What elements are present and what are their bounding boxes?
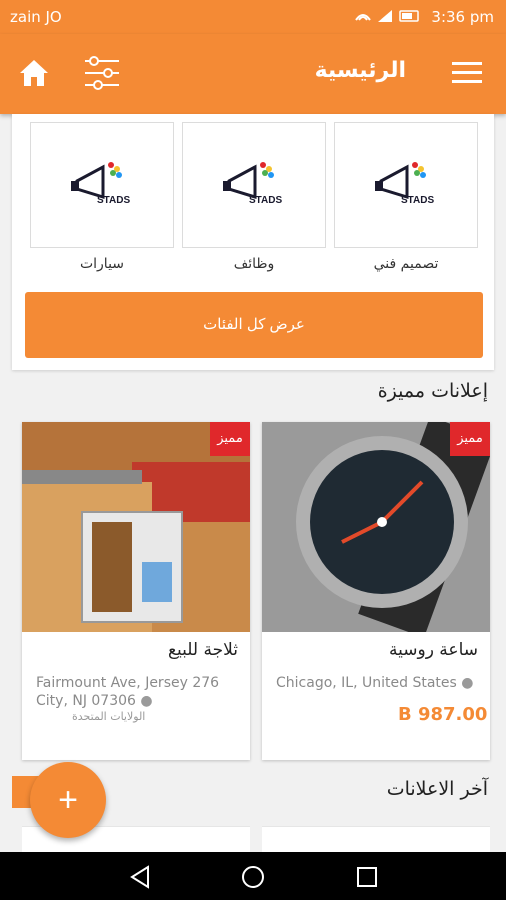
category-tile-jobs[interactable]: STADS — [182, 122, 326, 248]
home-icon[interactable] — [18, 58, 50, 88]
category-label: سيارات — [79, 256, 125, 272]
ad-location-country: الولايات المتحدة — [72, 710, 146, 723]
app-bar: الرئيسية — [0, 34, 506, 114]
hamburger-menu-icon[interactable] — [452, 60, 482, 86]
latest-section-title: آخر الاعلانات — [386, 778, 488, 800]
ad-location: Chicago, IL, United States ● — [276, 674, 478, 692]
location-pin-icon: ● — [140, 693, 153, 709]
page-title: الرئيسية — [314, 58, 406, 83]
stads-logo-icon: STADS — [71, 162, 130, 206]
recents-icon[interactable] — [354, 864, 380, 890]
status-bar: zain JO 3:36 pm — [0, 0, 506, 34]
ad-location-text: Chicago, IL, United States — [276, 675, 457, 691]
svg-text:STADS: STADS — [401, 195, 434, 206]
category-tile-cars[interactable]: STADS — [30, 122, 174, 248]
category-label: وظائف — [233, 256, 275, 272]
stads-logo-icon: STADS — [375, 162, 434, 206]
clock: 3:36 pm — [431, 8, 494, 26]
carrier-label: zain JO — [10, 8, 62, 26]
svg-text:STADS: STADS — [97, 195, 130, 206]
featured-ad-card[interactable]: مميز ثلاجة للبيع Fairmount Ave, Jersey 2… — [22, 422, 250, 760]
categories-card: STADS سيارات STADS وظائف STADS تصميم فني… — [12, 114, 494, 370]
back-icon[interactable] — [128, 864, 154, 890]
svg-text:STADS: STADS — [249, 195, 282, 206]
home-nav-icon[interactable] — [240, 864, 266, 890]
ad-location: Fairmount Ave, Jersey 276 City, NJ 07306… — [36, 674, 238, 710]
add-ad-button[interactable]: + — [30, 762, 106, 838]
location-pin-icon: ● — [461, 675, 474, 691]
status-icons — [354, 8, 424, 28]
latest-ad-card-peek[interactable] — [262, 826, 490, 852]
filter-icon[interactable] — [82, 54, 122, 92]
view-all-categories-button[interactable]: عرض كل الفئات — [25, 292, 483, 358]
system-nav-bar — [0, 852, 506, 900]
ad-price: B 987.00 — [398, 704, 488, 725]
featured-badge: مميز — [450, 422, 490, 456]
ad-title: ثلاجة للبيع — [167, 640, 238, 660]
stads-logo-icon: STADS — [223, 162, 282, 206]
featured-badge: مميز — [210, 422, 250, 456]
ad-location-text: Fairmount Ave, Jersey 276 City, NJ 07306 — [36, 675, 220, 709]
featured-section-title: إعلانات مميزة — [377, 380, 488, 402]
ad-title: ساعة روسية — [389, 640, 478, 660]
category-label: تصميم فني — [373, 256, 439, 272]
featured-ad-card[interactable]: مميز ساعة روسية Chicago, IL, United Stat… — [262, 422, 490, 760]
category-tile-design[interactable]: STADS — [334, 122, 478, 248]
